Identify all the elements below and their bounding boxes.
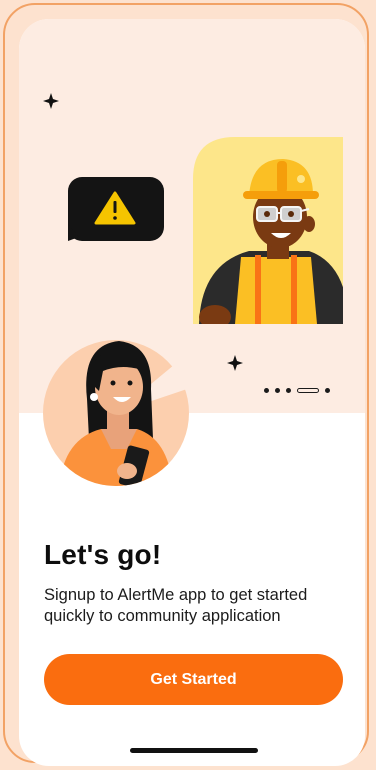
page-dot-active[interactable] [297, 388, 319, 393]
page-dot[interactable] [264, 388, 269, 393]
page-dot[interactable] [325, 388, 330, 393]
onboarding-screen: Let's go! Signup to AlertMe app to get s… [19, 19, 365, 766]
sparkle-icon [43, 93, 59, 109]
woman-avatar-illustration [43, 340, 193, 486]
get-started-button[interactable]: Get Started [44, 654, 343, 705]
sparkle-icon [227, 355, 243, 371]
hero-illustration [43, 93, 343, 486]
home-indicator[interactable] [130, 748, 258, 753]
page-title: Let's go! [44, 539, 162, 570]
page-subtitle: Signup to AlertMe app to get started qui… [44, 586, 308, 625]
page-dot[interactable] [275, 388, 280, 393]
warning-bubble [68, 177, 164, 241]
page-dot[interactable] [286, 388, 291, 393]
worker-panel [193, 137, 343, 324]
page-indicator [264, 388, 330, 393]
